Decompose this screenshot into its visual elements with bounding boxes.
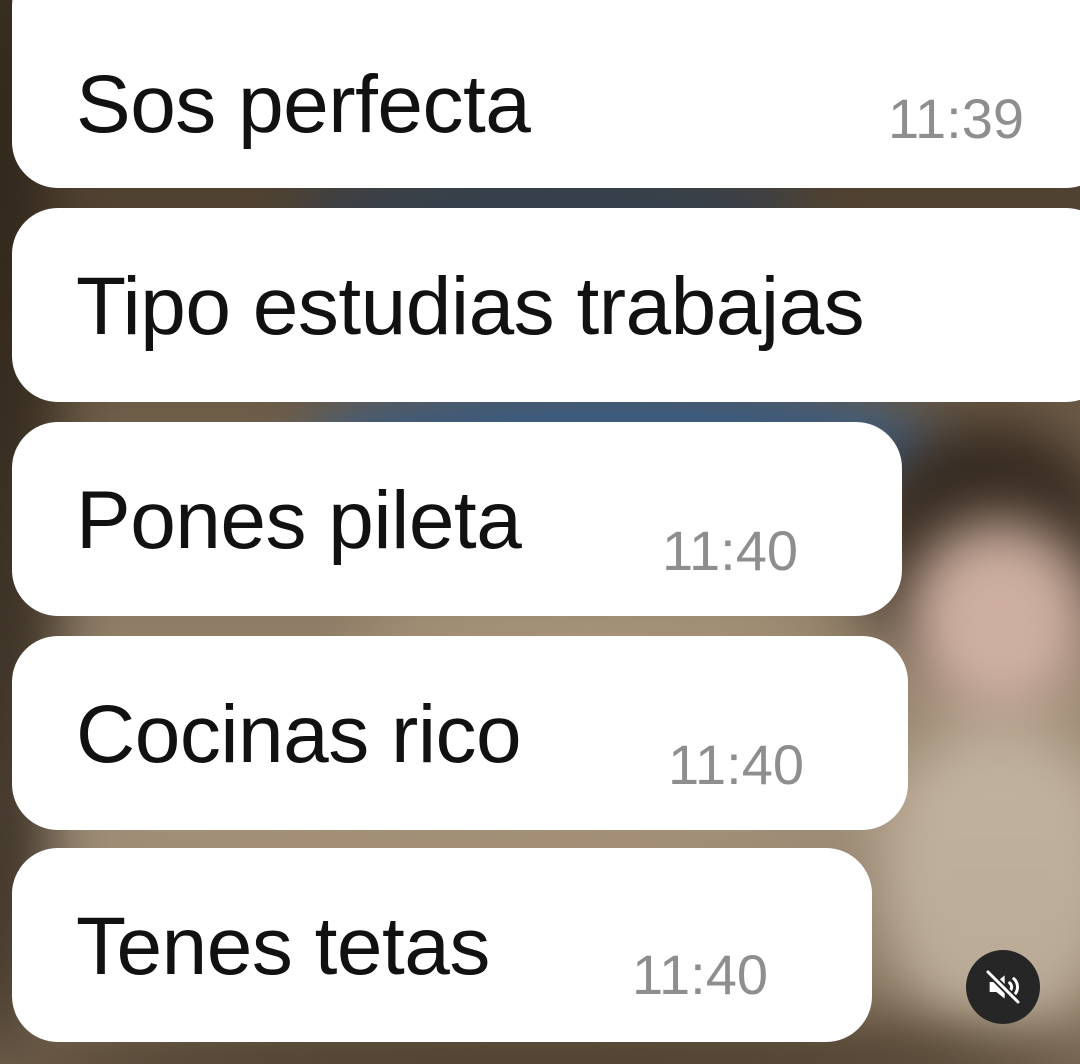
message-timestamp: 11:40 <box>668 733 804 796</box>
message-bubble[interactable]: Cocinas rico 11:40 <box>12 636 908 830</box>
message-timestamp: 11:40 <box>662 519 798 582</box>
message-bubble[interactable]: Tipo estudias trabajas <box>12 208 1080 402</box>
message-bubble[interactable]: Sos perfecta 11:39 <box>12 0 1080 188</box>
message-timestamp: 11:40 <box>632 943 768 1006</box>
message-timestamp: 11:39 <box>888 87 1024 150</box>
mute-toggle-button[interactable] <box>966 950 1040 1024</box>
message-text: Sos perfecta <box>76 59 531 150</box>
message-bubble[interactable]: Tenes tetas 11:40 <box>12 848 872 1042</box>
message-text: Tipo estudias trabajas <box>76 261 865 352</box>
message-text: Tenes tetas <box>76 901 490 992</box>
message-text: Cocinas rico <box>76 689 522 780</box>
speaker-muted-icon <box>983 967 1023 1007</box>
message-text: Pones pileta <box>76 475 522 566</box>
message-bubble[interactable]: Pones pileta 11:40 <box>12 422 902 616</box>
